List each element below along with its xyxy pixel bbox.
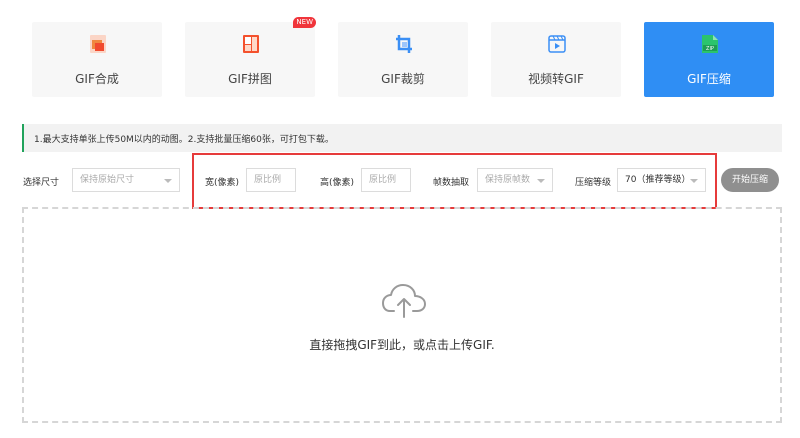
highlight-frame (192, 153, 717, 209)
notice-bar: 1.最大支持单张上传50M以内的动图。2.支持批量压缩60张，可打包下载。 (22, 124, 782, 152)
notice-text: 1.最大支持单张上传50M以内的动图。2.支持批量压缩60张，可打包下载。 (34, 135, 334, 145)
gif-compose-icon (90, 35, 106, 53)
tool-label: GIF裁剪 (381, 72, 425, 86)
gif-puzzle-icon (243, 35, 259, 53)
tool-label: GIF压缩 (687, 72, 731, 86)
tool-gif-puzzle[interactable]: GIF拼图 NEW (185, 17, 316, 97)
size-select-value: 保持原始尺寸 (80, 175, 135, 185)
upload-drop-zone[interactable]: 直接拖拽GIF到此，或点击上传GIF. (22, 207, 782, 423)
tool-gif-compose[interactable]: GIF合成 (32, 22, 162, 97)
size-label: 选择尺寸 (23, 178, 60, 188)
size-select[interactable]: 保持原始尺寸 (72, 168, 180, 192)
drop-text: 直接拖拽GIF到此，或点击上传GIF. (309, 338, 495, 352)
crop-icon (396, 35, 412, 53)
tool-video-to-gif[interactable]: 视频转GIF (491, 22, 621, 97)
video-icon (548, 35, 566, 53)
cloud-upload-icon (382, 284, 426, 318)
new-badge: NEW (293, 17, 316, 28)
chevron-down-icon (164, 179, 172, 183)
start-compress-button[interactable]: 开始压缩 (721, 168, 779, 192)
tool-label: GIF拼图 (228, 72, 272, 86)
svg-text:ZIP: ZIP (706, 46, 714, 52)
tool-gif-crop[interactable]: GIF裁剪 (338, 22, 468, 97)
zip-file-icon: ZIP (702, 35, 718, 53)
tool-label: 视频转GIF (528, 72, 584, 86)
tool-gif-compress[interactable]: ZIP GIF压缩 (644, 22, 774, 97)
tool-label: GIF合成 (75, 72, 119, 86)
